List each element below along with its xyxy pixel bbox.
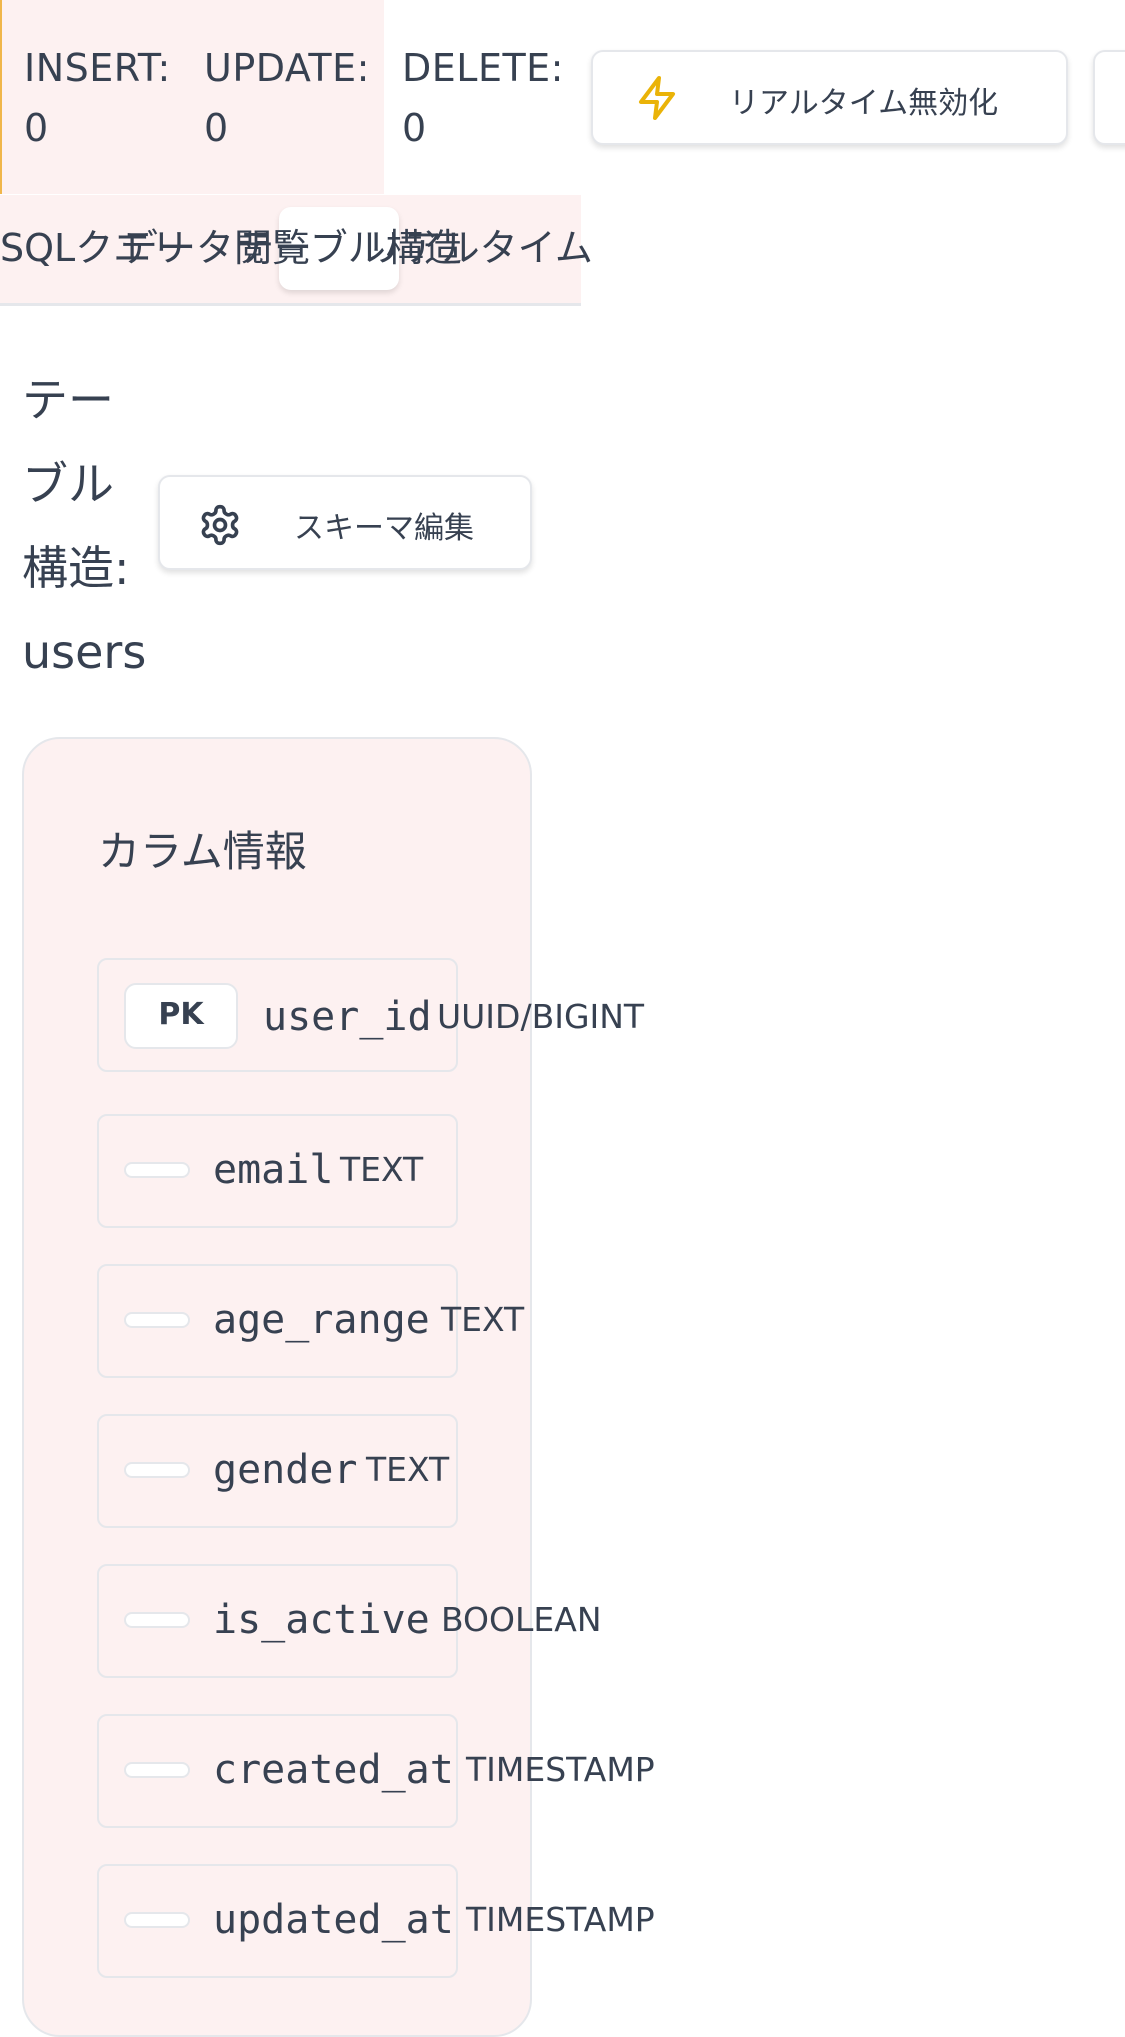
delete-count: DELETE: 0 <box>402 38 564 158</box>
column-type: BOOLEAN <box>441 1600 602 1639</box>
update-count: UPDATE: 0 <box>204 38 370 158</box>
column-info-title: カラム情報 <box>98 827 307 876</box>
column-type: TEXT <box>366 1450 450 1489</box>
edit-schema-button[interactable]: スキーマ編集 <box>158 475 532 570</box>
column-type: TEXT <box>340 1150 424 1189</box>
primary-key-badge: PK <box>124 983 238 1049</box>
column-name: email <box>213 1147 334 1193</box>
gear-icon <box>198 503 242 555</box>
column-flag-indicator <box>124 1762 190 1778</box>
column-type: TEXT <box>441 1300 525 1339</box>
column-type: UUID/BIGINT <box>437 997 645 1036</box>
tab-realtime[interactable]: リアルタイム <box>366 222 593 274</box>
insert-label: INSERT: <box>24 46 171 90</box>
tab-bar-divider <box>0 303 581 306</box>
column-name: user_id <box>263 994 432 1040</box>
column-type: TIMESTAMP <box>466 1750 655 1789</box>
update-value: 0 <box>204 106 229 150</box>
column-name: is_active <box>213 1597 430 1643</box>
column-name: gender <box>213 1447 358 1493</box>
column-flag-indicator <box>124 1462 190 1478</box>
lightning-icon <box>633 72 681 132</box>
column-name: updated_at <box>213 1897 454 1943</box>
disable-realtime-label: リアルタイム無効化 <box>729 86 999 121</box>
column-flag-indicator <box>124 1912 190 1928</box>
column-flag-indicator <box>124 1612 190 1628</box>
update-label: UPDATE: <box>204 46 370 90</box>
delete-value: 0 <box>402 106 427 150</box>
page-title: テーブル構造: users <box>22 373 147 679</box>
more-toolbar-button[interactable] <box>1093 50 1125 145</box>
column-flag-indicator <box>124 1162 190 1178</box>
column-info-card <box>22 737 532 2037</box>
insert-count: INSERT: 0 <box>24 38 171 158</box>
column-type: TIMESTAMP <box>466 1900 655 1939</box>
disable-realtime-button[interactable]: リアルタイム無効化 <box>591 50 1068 145</box>
insert-value: 0 <box>24 106 49 150</box>
delete-label: DELETE: <box>402 46 564 90</box>
column-name: age_range <box>213 1297 430 1343</box>
edit-schema-label: スキーマ編集 <box>294 511 474 546</box>
column-flag-indicator <box>124 1312 190 1328</box>
column-name: created_at <box>213 1747 454 1793</box>
